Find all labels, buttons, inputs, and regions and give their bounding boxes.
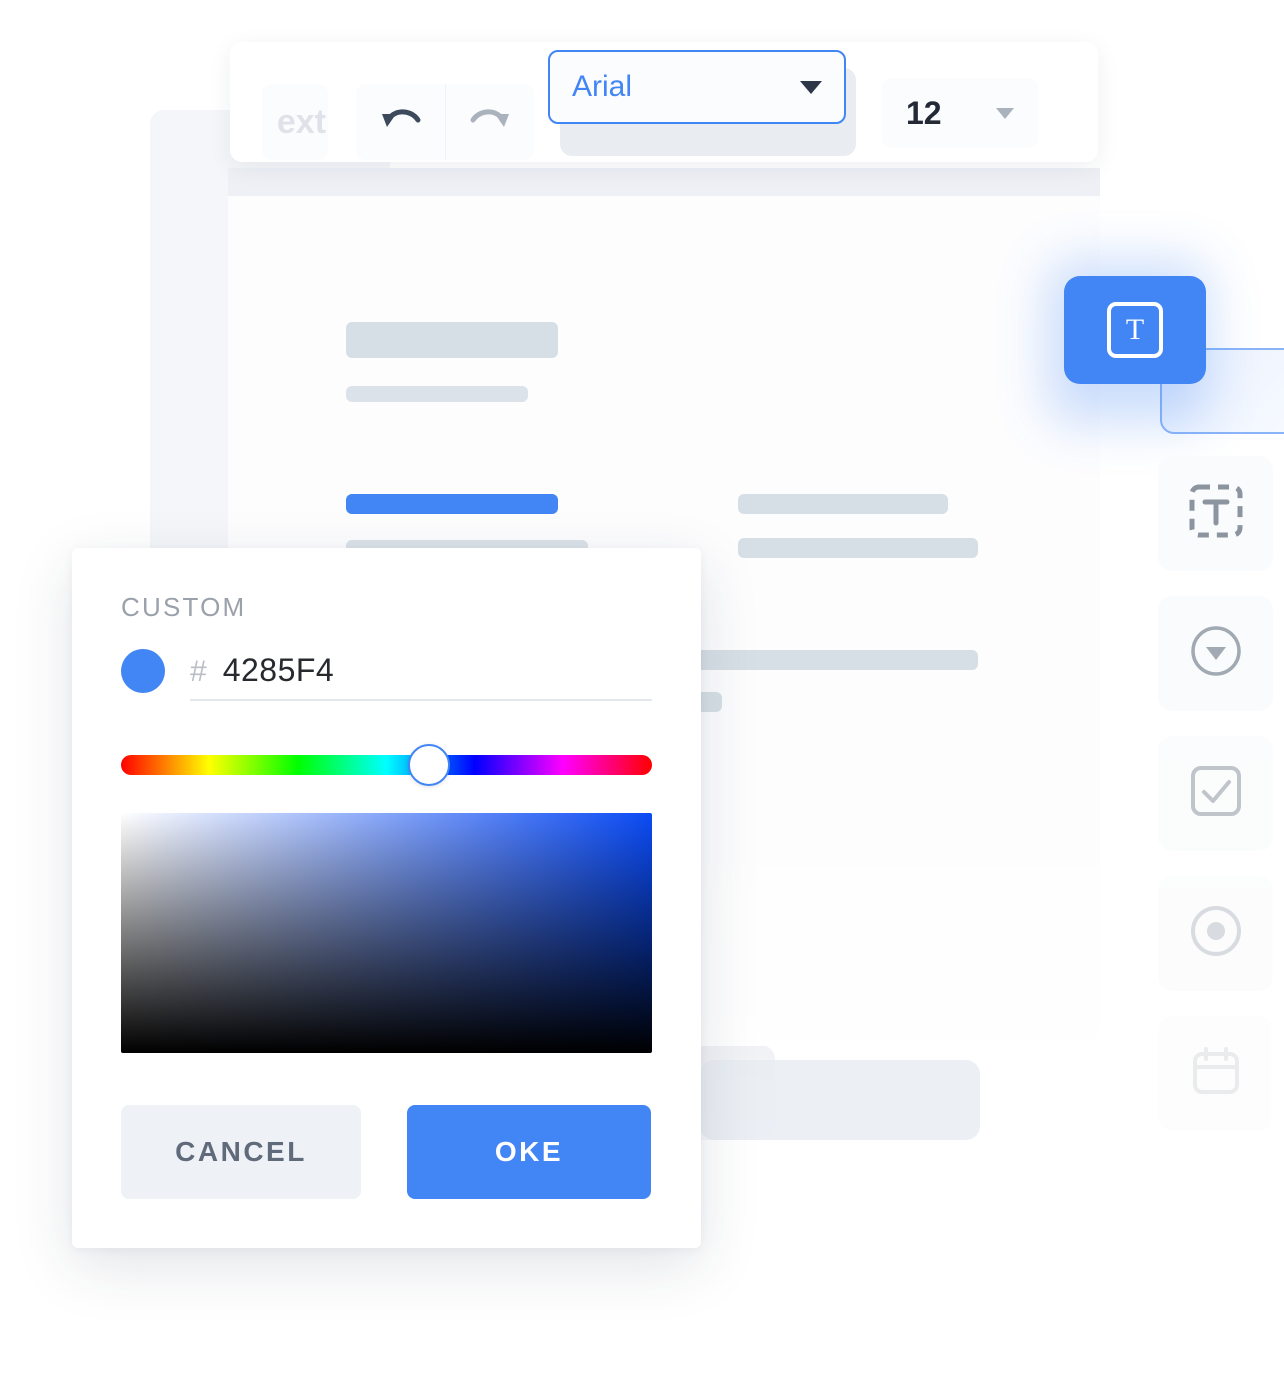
rail-item-dropdown[interactable]	[1158, 596, 1273, 711]
saturation-value-area[interactable]	[121, 813, 652, 1053]
calendar-icon	[1188, 1043, 1244, 1104]
font-family-select[interactable]: Arial	[548, 50, 846, 124]
undo-redo-group	[356, 84, 534, 160]
dialog-actions: CANCEL OKE	[121, 1105, 652, 1199]
text-tool-button[interactable]: ext	[262, 84, 328, 160]
skeleton-selected-bar	[346, 494, 558, 514]
rail-item-radio[interactable]	[1158, 876, 1273, 991]
text-tool-label: ext	[276, 102, 326, 141]
dropdown-icon	[1188, 623, 1244, 684]
skeleton-right-bar-1	[738, 494, 948, 514]
skeleton-title-bar	[346, 322, 558, 358]
hex-input-row: # 4285F4	[121, 649, 652, 701]
hue-slider[interactable]	[121, 744, 652, 786]
hue-slider-track	[121, 755, 652, 775]
hex-value: 4285F4	[222, 652, 335, 688]
skeleton-right-bar-3	[696, 650, 978, 670]
hue-slider-thumb[interactable]	[407, 744, 450, 786]
rail-item-checkbox[interactable]	[1158, 736, 1273, 851]
radio-button-icon	[1188, 903, 1244, 964]
skeleton-subtitle-bar	[346, 386, 528, 402]
rail-item-text-input[interactable]	[1158, 456, 1273, 571]
widget-rail	[1158, 456, 1273, 1156]
color-picker-dialog: CUSTOM # 4285F4 CANCEL OKE	[72, 548, 701, 1248]
chevron-down-icon	[996, 107, 1014, 119]
undo-icon	[378, 103, 424, 142]
text-field-icon: T	[1107, 302, 1163, 358]
text-widget-card[interactable]: T	[1064, 276, 1206, 384]
chevron-down-icon	[800, 80, 822, 94]
hash-prefix: #	[190, 655, 207, 688]
skeleton-right-bar-2	[738, 538, 978, 558]
undo-button[interactable]	[356, 84, 445, 160]
redo-button[interactable]	[445, 84, 534, 160]
ok-button[interactable]: OKE	[407, 1105, 651, 1199]
cancel-button[interactable]: CANCEL	[121, 1105, 361, 1199]
hex-input[interactable]: # 4285F4	[190, 652, 652, 701]
checkbox-icon	[1188, 763, 1244, 824]
text-input-icon	[1188, 483, 1244, 544]
color-swatch-preview[interactable]	[121, 649, 165, 693]
font-size-value: 12	[906, 94, 942, 131]
font-family-value: Arial	[572, 70, 633, 103]
rail-item-calendar[interactable]	[1158, 1016, 1273, 1131]
font-size-select[interactable]: 12	[882, 78, 1038, 148]
dialog-title: CUSTOM	[121, 592, 247, 622]
app-canvas: ext Arial 12 T CUSTOM # 4285F4 CANCEL OK…	[0, 0, 1284, 1398]
redo-icon	[467, 103, 513, 142]
background-panel-bottom-right	[700, 1060, 980, 1140]
